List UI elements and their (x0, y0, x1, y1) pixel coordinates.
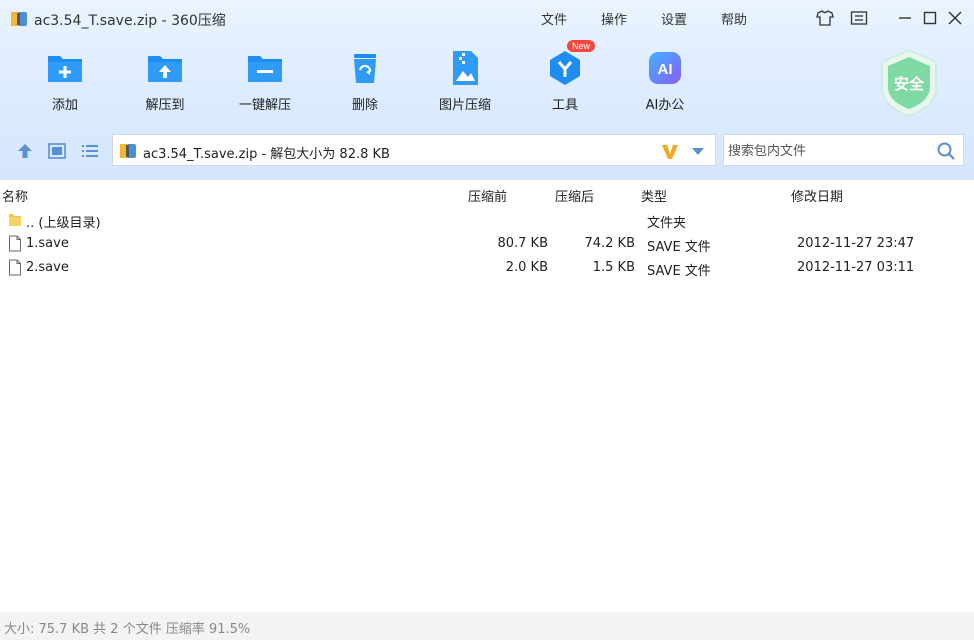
security-label: 安全 (894, 75, 925, 93)
table-row[interactable]: 2.save 2.0 KB 1.5 KB SAVE 文件 2012-11-27 … (0, 256, 974, 280)
image-compress-button[interactable]: 图片压缩 (423, 48, 507, 113)
file-type: SAVE 文件 (647, 240, 711, 255)
path-bar[interactable]: ac3.54_T.save.zip - 解包大小为 82.8 KB (112, 134, 716, 166)
tools-button[interactable]: 工具 (523, 48, 607, 113)
search-input[interactable] (726, 141, 930, 161)
status-bar: 大小: 75.7 KB 共 2 个文件 压缩率 91.5% (0, 612, 974, 640)
extract-to-icon (145, 48, 185, 88)
close-icon[interactable] (944, 8, 966, 28)
top-panel: ac3.54_T.save.zip - 360压缩 文件 操作 设置 帮助 添加 (0, 0, 974, 180)
file-icon (9, 235, 21, 252)
file-size-after: 1.5 KB (592, 260, 635, 275)
security-shield-icon[interactable]: 安全 (878, 48, 940, 118)
file-size-before: 80.7 KB (497, 236, 548, 251)
column-size-before[interactable]: 压缩前 (468, 186, 507, 205)
one-click-extract-label: 一键解压 (238, 98, 291, 113)
skin-shirt-icon[interactable] (814, 8, 836, 28)
column-name[interactable]: 名称 (2, 186, 28, 205)
menu-operate[interactable]: 操作 (601, 9, 627, 28)
ai-office-icon: AI (645, 48, 685, 88)
zip-app-icon (11, 12, 27, 26)
status-text: 大小: 75.7 KB 共 2 个文件 压缩率 91.5% (4, 622, 251, 637)
ai-office-label: AI办公 (645, 98, 685, 113)
file-size-after: 74.2 KB (584, 236, 635, 251)
table-row-parent-dir[interactable]: .. (上级目录) 文件夹 (0, 208, 974, 232)
ai-office-button[interactable]: AI AI办公 (623, 48, 707, 113)
list-view-icon[interactable] (80, 141, 100, 161)
zip-file-icon (120, 144, 136, 158)
delete-button[interactable]: 删除 (323, 48, 407, 113)
menu-settings[interactable]: 设置 (661, 9, 687, 28)
extract-to-button[interactable]: 解压到 (123, 48, 207, 113)
window-title: ac3.54_T.save.zip - 360压缩 (34, 13, 226, 29)
menu-file[interactable]: 文件 (541, 9, 567, 28)
file-name: 1.save (26, 236, 69, 251)
add-label: 添加 (51, 98, 78, 113)
column-modified[interactable]: 修改日期 (791, 186, 843, 205)
one-click-extract-button[interactable]: 一键解压 (223, 48, 307, 113)
file-modified: 2012-11-27 03:11 (797, 260, 915, 275)
tools-icon (545, 48, 585, 88)
one-click-extract-icon (245, 48, 285, 88)
search-icon[interactable] (936, 141, 956, 161)
search-box[interactable] (723, 134, 964, 166)
title-bar: ac3.54_T.save.zip - 360压缩 文件 操作 设置 帮助 (0, 0, 974, 36)
maximize-icon[interactable] (919, 8, 941, 28)
ai-icon-text: AI (658, 61, 673, 78)
file-size-before: 2.0 KB (505, 260, 548, 275)
new-badge: New (567, 40, 596, 52)
file-name: 2.save (26, 260, 69, 275)
up-arrow-icon[interactable] (15, 141, 35, 161)
file-type: SAVE 文件 (647, 264, 711, 279)
extract-to-label: 解压到 (145, 98, 185, 113)
add-icon (45, 48, 85, 88)
add-button[interactable]: 添加 (23, 48, 107, 113)
dropdown-arrow-icon[interactable] (691, 145, 705, 157)
menu-help[interactable]: 帮助 (721, 9, 747, 28)
image-compress-label: 图片压缩 (438, 98, 491, 113)
table-row[interactable]: 1.save 80.7 KB 74.2 KB SAVE 文件 2012-11-2… (0, 232, 974, 256)
image-compress-icon (445, 48, 485, 88)
delete-label: 删除 (351, 98, 378, 113)
minimize-icon[interactable] (894, 8, 916, 28)
folder-icon (9, 214, 21, 226)
file-name: .. (上级目录) (26, 216, 101, 231)
thumbnail-view-icon[interactable] (47, 141, 67, 161)
file-type: 文件夹 (647, 216, 687, 231)
path-text: ac3.54_T.save.zip - 解包大小为 82.8 KB (143, 147, 390, 162)
v-logo-icon[interactable] (660, 141, 680, 161)
file-icon (9, 259, 21, 276)
column-size-after[interactable]: 压缩后 (555, 186, 594, 205)
column-header-row: 名称 压缩前 压缩后 类型 修改日期 (0, 183, 974, 205)
tools-label: 工具 (551, 98, 578, 113)
column-type[interactable]: 类型 (641, 186, 667, 205)
file-modified: 2012-11-27 23:47 (797, 236, 915, 251)
delete-icon (345, 48, 385, 88)
message-icon[interactable] (848, 8, 870, 28)
